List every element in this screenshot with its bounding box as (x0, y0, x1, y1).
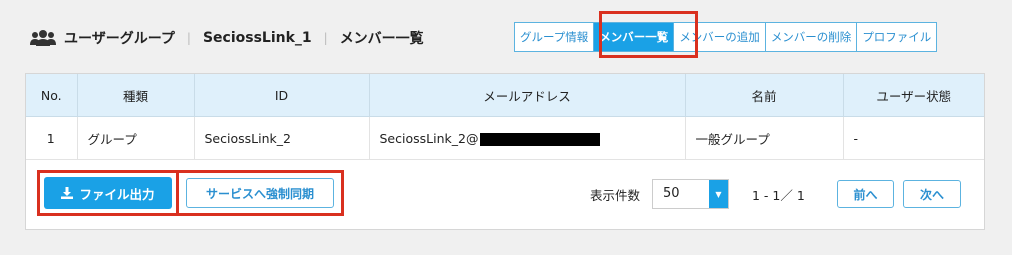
tab-group-info[interactable]: グループ情報 (515, 23, 595, 51)
cell-id[interactable]: SeciossLink_2 (194, 116, 370, 160)
tab-bar: グループ情報 メンバー一覧 メンバーの追加 メンバーの削除 プロファイル (514, 22, 938, 52)
page-subtitle: メンバー一覧 (339, 31, 424, 47)
column-header-id[interactable]: ID (194, 74, 370, 117)
cell-email: SeciossLink_2@ (369, 116, 686, 160)
column-header-type[interactable]: 種類 (77, 74, 195, 117)
email-text: SeciossLink_2@ (379, 130, 479, 146)
force-sync-button[interactable]: サービスへ強制同期 (186, 178, 334, 208)
per-page-value: 50 (663, 186, 680, 201)
table-header-row: No. 種類 ID メールアドレス 名前 ユーザー状態 (26, 74, 984, 117)
users-icon (30, 30, 56, 46)
export-file-label: ファイル出力 (79, 186, 155, 202)
tab-member-list[interactable]: メンバー一覧 (594, 23, 675, 51)
breadcrumb-separator: | (323, 31, 328, 45)
dropdown-arrow-icon[interactable]: ▼ (709, 180, 728, 208)
per-page-label: 表示件数 (590, 188, 641, 203)
cell-type: グループ (77, 116, 195, 160)
redacted-block (480, 132, 601, 146)
page-header: ユーザーグループ | SeciossLink_1 | メンバー一覧 (30, 28, 424, 48)
column-header-email[interactable]: メールアドレス (369, 74, 686, 117)
per-page-select[interactable]: 50 ▼ (652, 179, 729, 209)
tab-profile[interactable]: プロファイル (857, 23, 936, 51)
download-icon (61, 187, 74, 199)
member-table: No. 種類 ID メールアドレス 名前 ユーザー状態 1 グループ Secio… (26, 74, 984, 160)
tab-remove-member[interactable]: メンバーの削除 (766, 23, 858, 51)
page-range: 1 - 1／ 1 (752, 188, 805, 203)
prev-page-button[interactable]: 前へ (837, 180, 894, 208)
column-header-status[interactable]: ユーザー状態 (843, 74, 984, 117)
tab-add-member[interactable]: メンバーの追加 (674, 23, 766, 51)
table-row[interactable]: 1 グループ SeciossLink_2 SeciossLink_2@ 一般グル… (26, 116, 984, 160)
export-file-button[interactable]: ファイル出力 (44, 177, 172, 209)
next-page-button[interactable]: 次へ (903, 180, 961, 208)
column-header-name[interactable]: 名前 (685, 74, 844, 117)
breadcrumb-separator: | (186, 31, 191, 45)
group-name: SeciossLink_1 (202, 30, 312, 46)
cell-name: 一般グループ (685, 116, 844, 160)
cell-status: - (843, 116, 984, 160)
cell-no: 1 (26, 116, 78, 160)
page-title: ユーザーグループ (64, 31, 175, 47)
column-header-no[interactable]: No. (26, 74, 78, 117)
